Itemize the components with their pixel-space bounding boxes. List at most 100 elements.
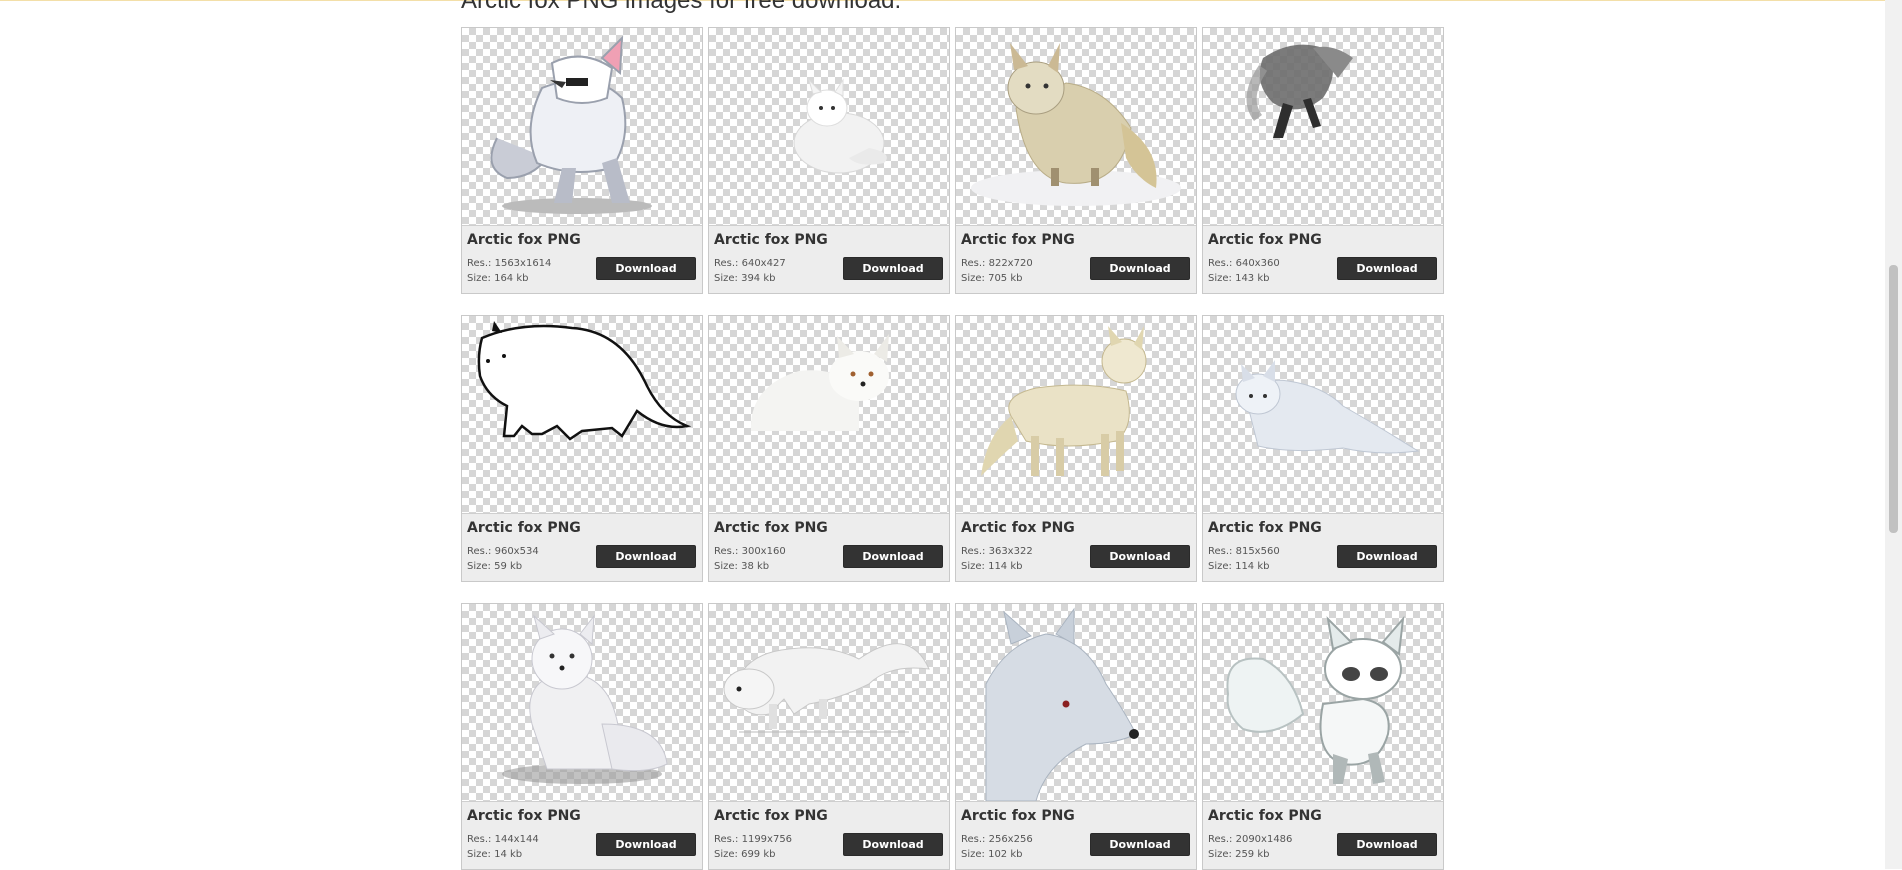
- image-thumbnail[interactable]: [956, 604, 1196, 802]
- item-title: Arctic fox PNG: [467, 232, 581, 248]
- item-title: Arctic fox PNG: [1208, 520, 1322, 536]
- item-meta: Res.: 144x144 Size: 14 kb: [467, 832, 539, 862]
- image-grid: Arctic fox PNG Res.: 1563x1614 Size: 164…: [461, 27, 1445, 870]
- item-size: Size: 114 kb: [1208, 561, 1270, 572]
- download-button[interactable]: Download: [843, 833, 943, 856]
- item-meta: Res.: 256x256 Size: 102 kb: [961, 832, 1033, 862]
- item-title: Arctic fox PNG: [1208, 808, 1322, 824]
- download-button[interactable]: Download: [843, 257, 943, 280]
- item-meta: Res.: 640x427 Size: 394 kb: [714, 256, 786, 286]
- fox-image-2: [793, 78, 887, 174]
- item-size: Size: 705 kb: [961, 273, 1023, 284]
- item-resolution: Res.: 815x560: [1208, 546, 1280, 557]
- item-resolution: Res.: 256x256: [961, 834, 1033, 845]
- download-button[interactable]: Download: [1337, 545, 1437, 568]
- item-size: Size: 14 kb: [467, 849, 523, 860]
- image-card: Arctic fox PNG Res.: 300x160 Size: 38 kb…: [708, 315, 950, 582]
- item-title: Arctic fox PNG: [714, 520, 828, 536]
- image-thumbnail[interactable]: [462, 604, 702, 802]
- image-thumbnail[interactable]: [709, 604, 949, 802]
- image-thumbnail[interactable]: [1203, 604, 1443, 802]
- image-card: Arctic fox PNG Res.: 815x560 Size: 114 k…: [1202, 315, 1444, 582]
- download-button[interactable]: Download: [1090, 545, 1190, 568]
- item-size: Size: 59 kb: [467, 561, 523, 572]
- download-button[interactable]: Download: [1090, 257, 1190, 280]
- download-button[interactable]: Download: [843, 545, 943, 568]
- image-card: Arctic fox PNG Res.: 144x144 Size: 14 kb…: [461, 603, 703, 870]
- item-meta: Res.: 640x360 Size: 143 kb: [1208, 256, 1280, 286]
- download-button[interactable]: Download: [596, 257, 696, 280]
- fox-image-10: [723, 643, 930, 733]
- item-resolution: Res.: 1199x756: [714, 834, 793, 845]
- image-thumbnail[interactable]: [956, 316, 1196, 514]
- image-card: Arctic fox PNG Res.: 1199x756 Size: 699 …: [708, 603, 950, 870]
- item-title: Arctic fox PNG: [467, 808, 581, 824]
- item-size: Size: 699 kb: [714, 849, 776, 860]
- item-title: Arctic fox PNG: [961, 520, 1075, 536]
- item-meta: Res.: 1563x1614 Size: 164 kb: [467, 256, 551, 286]
- item-resolution: Res.: 144x144: [467, 834, 539, 845]
- item-resolution: Res.: 2090x1486: [1208, 834, 1293, 845]
- image-card: Arctic fox PNG Res.: 2090x1486 Size: 259…: [1202, 603, 1444, 870]
- item-resolution: Res.: 640x427: [714, 258, 786, 269]
- item-resolution: Res.: 1563x1614: [467, 258, 552, 269]
- image-card: Arctic fox PNG Res.: 256x256 Size: 102 k…: [955, 603, 1197, 870]
- item-meta: Res.: 2090x1486 Size: 259 kb: [1208, 832, 1292, 862]
- image-thumbnail[interactable]: [1203, 28, 1443, 226]
- item-size: Size: 114 kb: [961, 561, 1023, 572]
- fox-image-8: [1235, 360, 1420, 454]
- item-title: Arctic fox PNG: [714, 232, 828, 248]
- download-button[interactable]: Download: [1090, 833, 1190, 856]
- fox-image-11: [985, 607, 1139, 801]
- item-meta: Res.: 960x534 Size: 59 kb: [467, 544, 539, 574]
- item-resolution: Res.: 300x160: [714, 546, 786, 557]
- item-size: Size: 164 kb: [467, 273, 529, 284]
- fox-image-1: [490, 35, 652, 214]
- image-thumbnail[interactable]: [956, 28, 1196, 226]
- image-thumbnail[interactable]: [1203, 316, 1443, 514]
- download-button[interactable]: Download: [596, 833, 696, 856]
- item-title: Arctic fox PNG: [961, 808, 1075, 824]
- image-thumbnail[interactable]: [462, 316, 702, 514]
- fox-image-4: [1246, 44, 1353, 138]
- fox-image-7: [981, 326, 1147, 476]
- item-size: Size: 259 kb: [1208, 849, 1270, 860]
- item-title: Arctic fox PNG: [1208, 232, 1322, 248]
- item-meta: Res.: 300x160 Size: 38 kb: [714, 544, 786, 574]
- fox-image-12: [1226, 615, 1405, 784]
- fox-image-9: [502, 614, 668, 784]
- download-button[interactable]: Download: [1337, 833, 1437, 856]
- item-meta: Res.: 363x322 Size: 114 kb: [961, 544, 1033, 574]
- item-title: Arctic fox PNG: [467, 520, 581, 536]
- download-button[interactable]: Download: [1337, 257, 1437, 280]
- item-resolution: Res.: 822x720: [961, 258, 1033, 269]
- vertical-scrollbar[interactable]: [1885, 0, 1902, 869]
- item-meta: Res.: 815x560 Size: 114 kb: [1208, 544, 1280, 574]
- item-meta: Res.: 1199x756 Size: 699 kb: [714, 832, 792, 862]
- item-title: Arctic fox PNG: [961, 232, 1075, 248]
- fox-image-5: [477, 321, 692, 441]
- fox-image-6: [750, 334, 889, 431]
- item-size: Size: 38 kb: [714, 561, 770, 572]
- image-card: Arctic fox PNG Res.: 1563x1614 Size: 164…: [461, 27, 703, 294]
- image-thumbnail[interactable]: [462, 28, 702, 226]
- download-button[interactable]: Download: [596, 545, 696, 568]
- image-card: Arctic fox PNG Res.: 640x427 Size: 394 k…: [708, 27, 950, 294]
- scrollbar-thumb[interactable]: [1889, 265, 1898, 533]
- top-border: [0, 0, 1902, 1]
- item-resolution: Res.: 960x534: [467, 546, 539, 557]
- item-meta: Res.: 822x720 Size: 705 kb: [961, 256, 1033, 286]
- image-card: Arctic fox PNG Res.: 640x360 Size: 143 k…: [1202, 27, 1444, 294]
- image-card: Arctic fox PNG Res.: 960x534 Size: 59 kb…: [461, 315, 703, 582]
- image-card: Arctic fox PNG Res.: 822x720 Size: 705 k…: [955, 27, 1197, 294]
- item-resolution: Res.: 640x360: [1208, 258, 1280, 269]
- item-title: Arctic fox PNG: [714, 808, 828, 824]
- item-resolution: Res.: 363x322: [961, 546, 1033, 557]
- item-size: Size: 102 kb: [961, 849, 1023, 860]
- image-thumbnail[interactable]: [709, 28, 949, 226]
- fox-image-3: [971, 43, 1181, 206]
- item-size: Size: 143 kb: [1208, 273, 1270, 284]
- image-thumbnail[interactable]: [709, 316, 949, 514]
- item-size: Size: 394 kb: [714, 273, 776, 284]
- page-heading: Arctic fox PNG images for free download.: [461, 0, 902, 14]
